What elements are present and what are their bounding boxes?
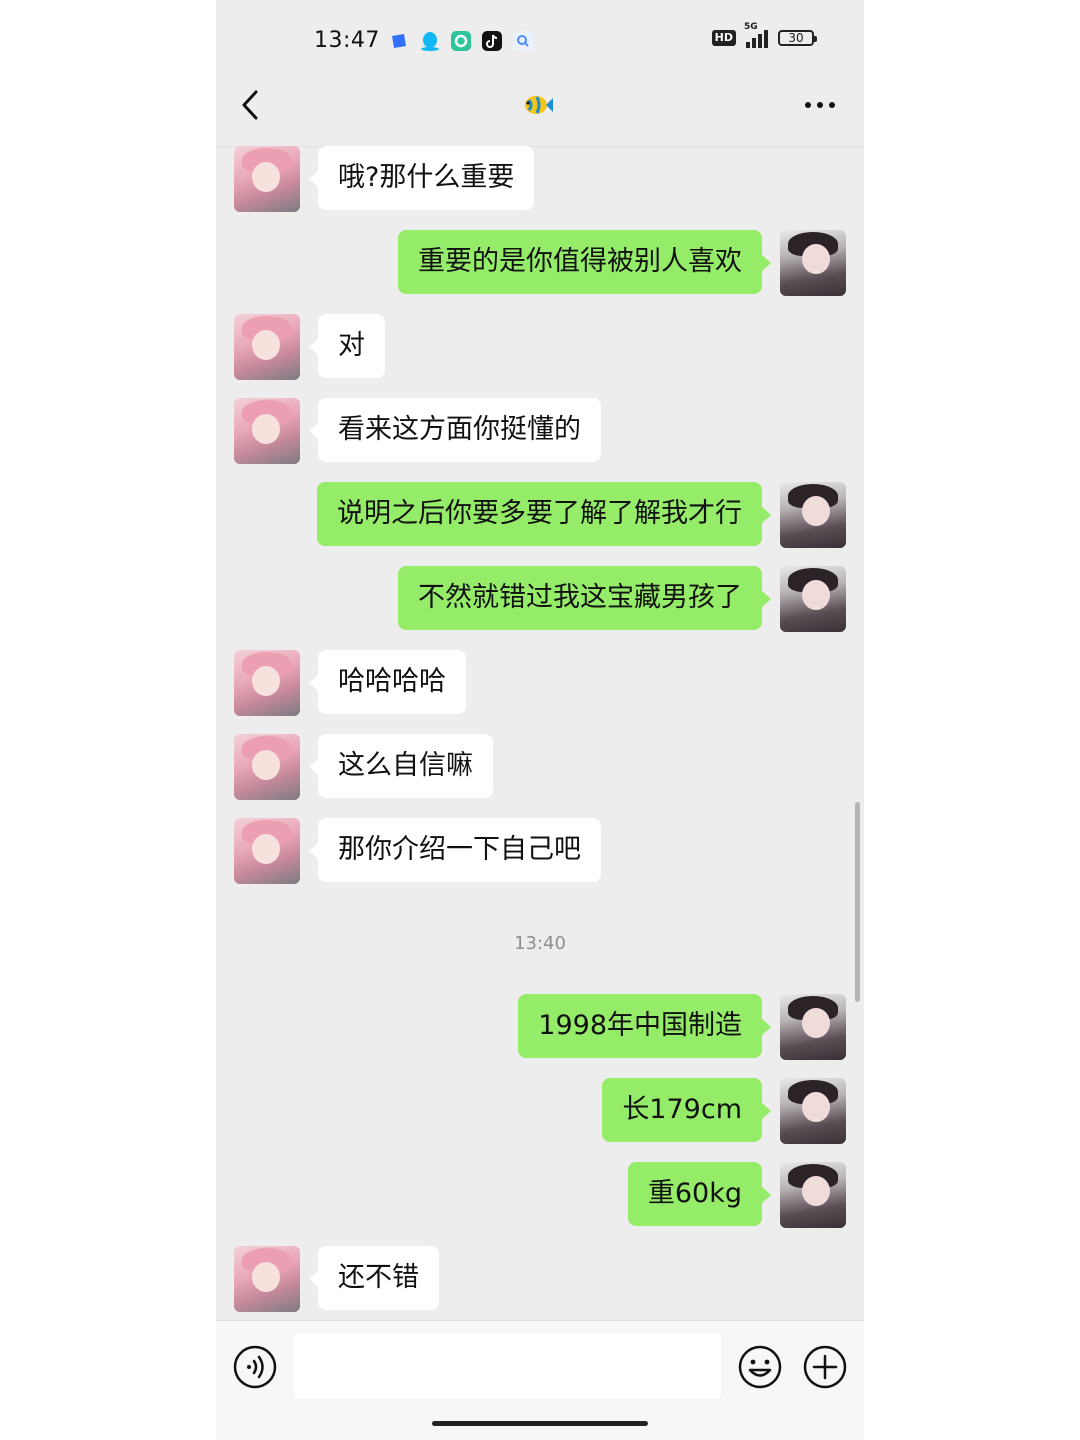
qq-icon — [419, 30, 441, 52]
plus-icon — [803, 1345, 847, 1389]
message-bubble-received[interactable]: 还不错 — [309, 1246, 439, 1310]
message-row: 重60kg — [216, 1162, 864, 1228]
plus-button[interactable] — [803, 1345, 847, 1389]
message-bubble-received[interactable]: 对 — [309, 314, 385, 378]
message-timestamp: 13:40 — [514, 933, 566, 954]
message-input[interactable] — [294, 1333, 721, 1399]
message-bubble-sent[interactable]: 1998年中国制造 — [518, 994, 771, 1058]
message-bubble-received[interactable]: 哈哈哈哈 — [309, 650, 466, 714]
avatar[interactable] — [234, 650, 300, 716]
message-row: 重要的是你值得被别人喜欢 — [216, 230, 864, 296]
message-row: 长179cm — [216, 1078, 864, 1144]
message-row: 还不错 — [216, 1246, 864, 1312]
status-time: 13:47 — [314, 28, 380, 53]
avatar[interactable] — [780, 566, 846, 632]
battery-level: 30 — [788, 31, 804, 45]
avatar[interactable] — [234, 818, 300, 884]
message-bubble-sent[interactable]: 重60kg — [627, 1162, 772, 1226]
chat-header — [216, 80, 864, 147]
more-button[interactable] — [800, 92, 840, 118]
message-row: 说明之后你要多要了解了解我才行 — [216, 482, 864, 548]
search-app-icon — [512, 30, 534, 52]
avatar[interactable] — [234, 314, 300, 380]
message-bubble-received[interactable]: 看来这方面你挺懂的 — [309, 398, 601, 462]
tiktok-icon — [481, 30, 503, 52]
avatar[interactable] — [780, 1078, 846, 1144]
message-bubble-sent[interactable]: 重要的是你值得被别人喜欢 — [398, 230, 771, 294]
avatar[interactable] — [780, 1162, 846, 1228]
avatar[interactable] — [234, 734, 300, 800]
avatar[interactable] — [780, 482, 846, 548]
voice-button[interactable] — [233, 1345, 277, 1389]
avatar[interactable] — [234, 1246, 300, 1312]
message-bubble-received[interactable]: 那你介绍一下自己吧 — [309, 818, 601, 882]
message-row: 哦?那什么重要 — [216, 146, 864, 212]
emoji-icon — [738, 1345, 782, 1389]
message-list[interactable]: 哦?那什么重要 重要的是你值得被别人喜欢 对 看来这方面你挺懂的 说明之后你要多… — [216, 146, 864, 1320]
hd-badge: HD — [711, 30, 736, 46]
message-row: 哈哈哈哈 — [216, 650, 864, 716]
message-row: 看来这方面你挺懂的 — [216, 398, 864, 464]
signal-icon: 5G — [744, 22, 768, 48]
scrollbar[interactable] — [855, 802, 860, 1002]
voice-icon — [233, 1345, 277, 1389]
message-bubble-sent[interactable]: 说明之后你要多要了解了解我才行 — [317, 482, 771, 546]
fish-icon — [525, 96, 553, 114]
status-indicators: HD 5G 30 — [711, 22, 817, 48]
message-row: 1998年中国制造 — [216, 994, 864, 1060]
chat-screen: 13:47 HD 5G 30 哦?那什么重要 重要的是你值得被别人喜欢 对 看来… — [216, 0, 864, 1440]
battery-icon: 30 — [778, 30, 817, 46]
chevron-left-icon — [242, 90, 258, 120]
emoji-button[interactable] — [738, 1345, 782, 1389]
message-bubble-received[interactable]: 这么自信嘛 — [309, 734, 493, 798]
avatar[interactable] — [234, 398, 300, 464]
app-green-icon — [450, 30, 472, 52]
more-dots-icon — [805, 102, 835, 108]
back-button[interactable] — [236, 88, 266, 122]
feishu-icon — [388, 30, 410, 52]
message-bubble-received[interactable]: 哦?那什么重要 — [308, 146, 535, 210]
message-row: 不然就错过我这宝藏男孩了 — [216, 566, 864, 632]
message-row: 那你介绍一下自己吧 — [216, 818, 864, 884]
status-bar: 13:47 HD 5G 30 — [216, 0, 864, 80]
message-row: 对 — [216, 314, 864, 380]
input-bar — [216, 1320, 864, 1440]
message-bubble-sent[interactable]: 不然就错过我这宝藏男孩了 — [398, 566, 771, 630]
message-bubble-sent[interactable]: 长179cm — [602, 1078, 771, 1142]
home-indicator[interactable] — [432, 1421, 648, 1426]
avatar[interactable] — [780, 994, 846, 1060]
avatar[interactable] — [780, 230, 846, 296]
network-type: 5G — [744, 22, 758, 32]
avatar[interactable] — [234, 146, 300, 212]
contact-title — [520, 90, 554, 120]
message-row: 这么自信嘛 — [216, 734, 864, 800]
